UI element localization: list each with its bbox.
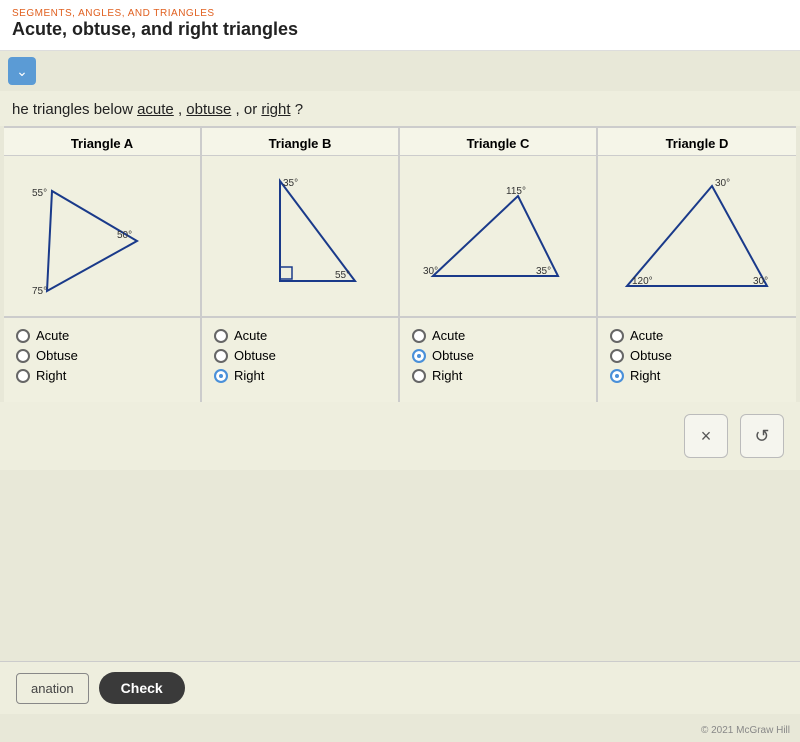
svg-text:30°: 30° — [715, 178, 730, 189]
triangle-col-b: Triangle B 35° 55° Acute Obtuse R — [202, 128, 400, 402]
explanation-button[interactable]: anation — [16, 673, 89, 704]
option-label: Acute — [234, 328, 267, 343]
question-right: right — [261, 101, 290, 118]
question-text: he triangles below acute , obtuse , or r… — [0, 91, 800, 126]
option-label: Acute — [630, 328, 663, 343]
triangle-b-option-acute[interactable]: Acute — [214, 328, 386, 343]
triangle-a-figure: 55° 50° 75° — [4, 156, 200, 316]
triangle-b-options: Acute Obtuse Right — [202, 316, 398, 402]
option-label: Right — [630, 368, 660, 383]
option-label: Right — [36, 368, 66, 383]
radio-circle — [610, 329, 624, 343]
triangle-d-header: Triangle D — [598, 128, 796, 156]
svg-text:55°: 55° — [335, 270, 350, 281]
svg-text:120°: 120° — [632, 276, 653, 287]
triangles-grid: Triangle A 55° 50° 75° Acute Obtuse Righ… — [4, 126, 796, 402]
check-button[interactable]: Check — [99, 672, 185, 704]
header-title: Acute, obtuse, and right triangles — [12, 19, 788, 40]
option-label: Acute — [36, 328, 69, 343]
radio-circle — [610, 349, 624, 363]
svg-text:75°: 75° — [32, 286, 47, 297]
triangle-d-option-obtuse[interactable]: Obtuse — [610, 348, 784, 363]
triangle-c-figure: 115° 35° 30° — [400, 156, 596, 316]
header-subtitle: SEGMENTS, ANGLES, AND TRIANGLES — [12, 8, 788, 19]
triangle-a-option-acute[interactable]: Acute — [16, 328, 188, 343]
triangle-b-option-obtuse[interactable]: Obtuse — [214, 348, 386, 363]
svg-text:30°: 30° — [423, 266, 438, 277]
triangle-a-option-obtuse[interactable]: Obtuse — [16, 348, 188, 363]
question-prefix: he triangles below — [12, 101, 137, 118]
triangle-d-options: Acute Obtuse Right — [598, 316, 796, 402]
option-label: Obtuse — [36, 348, 78, 363]
triangle-c-option-acute[interactable]: Acute — [412, 328, 584, 343]
option-label: Obtuse — [630, 348, 672, 363]
triangle-b-header: Triangle B — [202, 128, 398, 156]
option-label: Right — [432, 368, 462, 383]
svg-text:30°: 30° — [753, 276, 768, 287]
svg-text:50°: 50° — [117, 230, 132, 241]
triangle-col-a: Triangle A 55° 50° 75° Acute Obtuse Righ… — [4, 128, 202, 402]
triangle-a-options: Acute Obtuse Right — [4, 316, 200, 402]
option-label: Obtuse — [432, 348, 474, 363]
triangle-c-option-obtuse[interactable]: Obtuse — [412, 348, 584, 363]
triangle-b-option-right[interactable]: Right — [214, 368, 386, 383]
triangle-d-figure: 30° 120° 30° — [598, 156, 796, 316]
svg-text:115°: 115° — [506, 186, 526, 197]
question-acute: acute — [137, 101, 174, 118]
triangle-a-option-right[interactable]: Right — [16, 368, 188, 383]
header: SEGMENTS, ANGLES, AND TRIANGLES Acute, o… — [0, 0, 800, 51]
radio-circle-selected — [610, 369, 624, 383]
triangle-c-header: Triangle C — [400, 128, 596, 156]
radio-circle — [214, 349, 228, 363]
radio-circle — [412, 329, 426, 343]
svg-text:35°: 35° — [536, 266, 551, 277]
svg-text:55°: 55° — [32, 188, 47, 199]
triangle-c-options: Acute Obtuse Right — [400, 316, 596, 402]
close-button[interactable]: × — [684, 414, 728, 458]
svg-text:35°: 35° — [283, 178, 298, 189]
triangle-c-option-right[interactable]: Right — [412, 368, 584, 383]
radio-circle — [16, 349, 30, 363]
radio-circle-selected — [214, 369, 228, 383]
bottom-icon-area: × ↺ — [0, 402, 800, 470]
triangle-d-option-acute[interactable]: Acute — [610, 328, 784, 343]
undo-button[interactable]: ↺ — [740, 414, 784, 458]
copyright: © 2021 McGraw Hill — [701, 725, 790, 736]
radio-circle — [214, 329, 228, 343]
radio-circle-selected — [412, 349, 426, 363]
option-label: Right — [234, 368, 264, 383]
triangle-a-header: Triangle A — [4, 128, 200, 156]
triangle-d-option-right[interactable]: Right — [610, 368, 784, 383]
option-label: Obtuse — [234, 348, 276, 363]
radio-circle — [412, 369, 426, 383]
option-label: Acute — [432, 328, 465, 343]
radio-circle — [16, 369, 30, 383]
triangle-col-c: Triangle C 115° 35° 30° Acute Obtuse Rig… — [400, 128, 598, 402]
radio-circle — [16, 329, 30, 343]
triangle-col-d: Triangle D 30° 120° 30° Acute Obtuse Rig… — [598, 128, 796, 402]
footer-bar: anation Check — [0, 661, 800, 714]
chevron-down-button[interactable]: ⌄ — [8, 57, 36, 85]
triangle-b-figure: 35° 55° — [202, 156, 398, 316]
question-obtuse: obtuse — [186, 101, 231, 118]
